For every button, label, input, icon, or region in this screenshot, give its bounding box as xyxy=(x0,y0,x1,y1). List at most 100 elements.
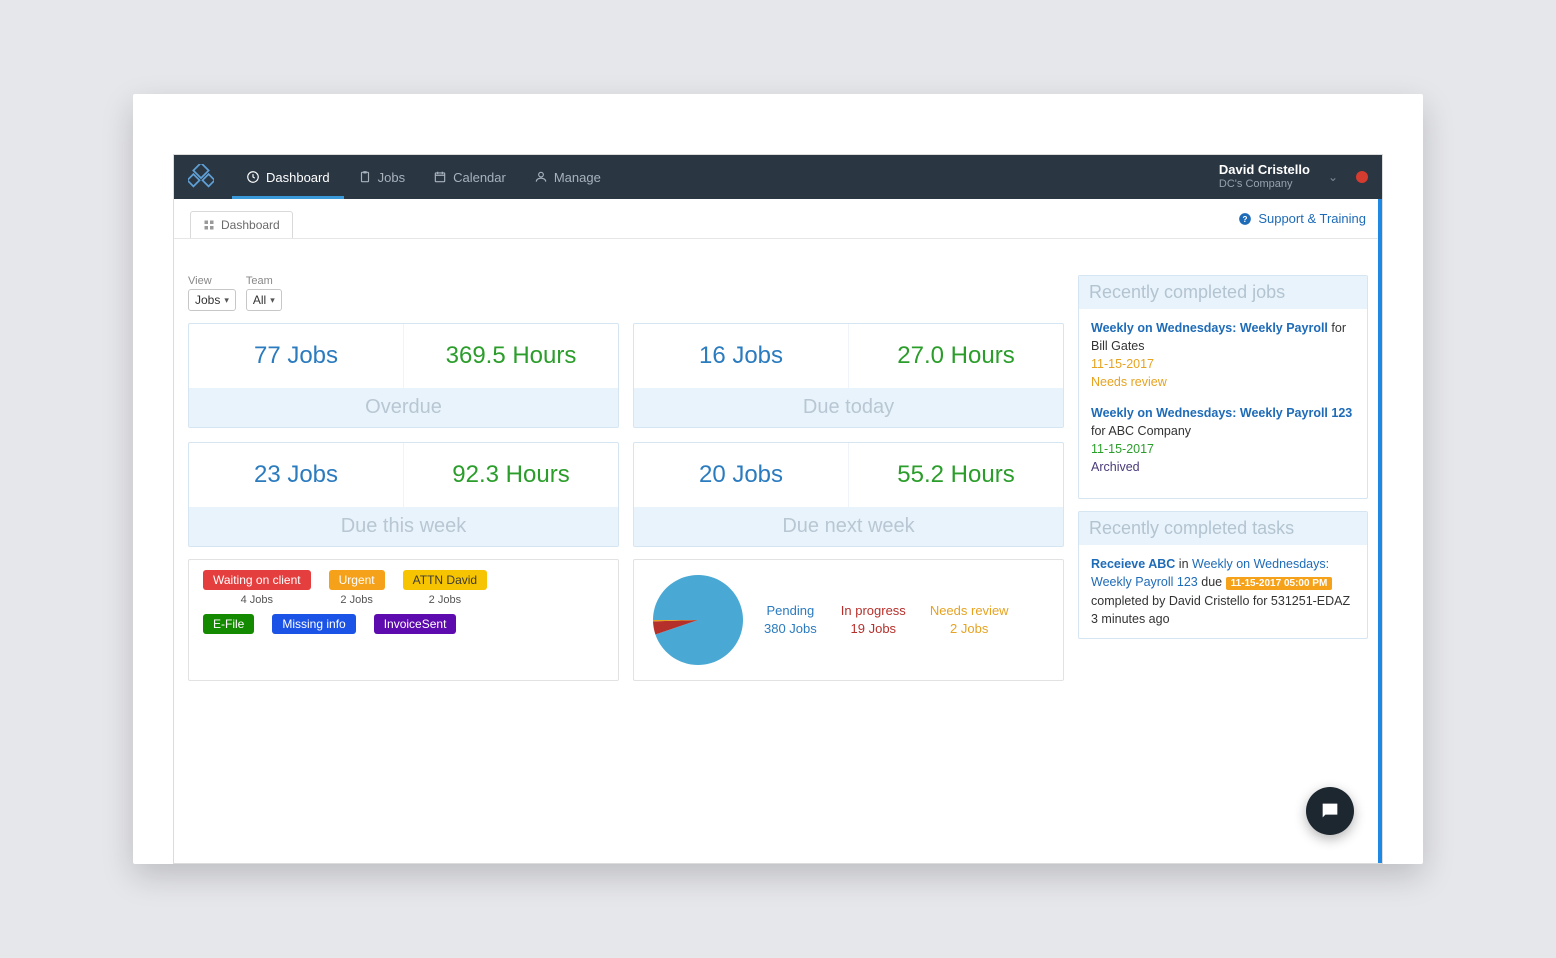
job-status: Archived xyxy=(1091,460,1140,474)
support-link[interactable]: ? Support & Training xyxy=(1238,211,1366,226)
filters: View Jobs ▾ Team All ▾ xyxy=(188,275,1064,311)
svg-text:?: ? xyxy=(1243,214,1248,223)
stat-hours: 27.0 Hours xyxy=(897,342,1014,369)
tag-label: E-File xyxy=(203,614,254,634)
stat-hours: 369.5 Hours xyxy=(446,342,577,369)
recent-task-item[interactable]: Receieve ABC in Weekly on Wednesdays: We… xyxy=(1079,545,1367,638)
tag-label: ATTN David xyxy=(403,570,487,590)
job-date: 11-15-2017 xyxy=(1091,357,1154,371)
recent-jobs-panel: Recently completed jobs Weekly on Wednes… xyxy=(1078,275,1368,499)
tag-label: Missing info xyxy=(272,614,355,634)
nav-label: Dashboard xyxy=(266,170,330,185)
company-name: DC's Company xyxy=(1219,178,1310,191)
support-label: Support & Training xyxy=(1258,211,1366,226)
nav-manage[interactable]: Manage xyxy=(520,155,615,199)
chat-fab[interactable] xyxy=(1306,787,1354,835)
tag-label: Urgent xyxy=(329,570,385,590)
stat-jobs: 20 Jobs xyxy=(699,461,783,488)
stat-card[interactable]: 20 Jobs 55.2 Hours Due next week xyxy=(633,442,1064,547)
notification-dot-icon[interactable] xyxy=(1356,171,1368,183)
subheader: Dashboard ? Support & Training xyxy=(174,199,1382,239)
pie-panel: Pending 380 Jobs In progress 19 Jobs Nee… xyxy=(633,559,1064,681)
job-title: Weekly on Wednesdays: Weekly Payroll 123 xyxy=(1091,406,1352,420)
calendar-icon xyxy=(433,170,447,184)
tag-item[interactable]: E-File xyxy=(203,614,254,634)
chevron-down-icon[interactable]: ⌄ xyxy=(1322,170,1344,184)
pie-value: 19 Jobs xyxy=(841,620,906,638)
view-filter-label: View xyxy=(188,275,236,287)
pie-stat-inprogress[interactable]: In progress 19 Jobs xyxy=(841,602,906,637)
tag-label: Waiting on client xyxy=(203,570,311,590)
help-icon: ? xyxy=(1238,212,1252,226)
task-name: Receieve ABC xyxy=(1091,557,1175,571)
clock-icon xyxy=(246,170,260,184)
pie-stat-pending[interactable]: Pending 380 Jobs xyxy=(764,602,817,637)
tag-count: 2 Jobs xyxy=(403,594,487,606)
app-logo-icon xyxy=(188,164,214,190)
job-date: 11-15-2017 xyxy=(1091,442,1154,456)
tag-item[interactable]: InvoiceSent xyxy=(374,614,457,634)
panel-header: Recently completed tasks xyxy=(1079,512,1367,545)
tag-item[interactable]: ATTN David 2 Jobs xyxy=(403,570,487,606)
user-icon xyxy=(534,170,548,184)
pie-chart xyxy=(648,570,748,670)
view-value: Jobs xyxy=(195,293,220,307)
chat-icon xyxy=(1319,800,1341,822)
tag-item[interactable]: Waiting on client 4 Jobs xyxy=(203,570,311,606)
dropdown-icon: ▾ xyxy=(270,295,275,306)
view-select[interactable]: Jobs ▾ xyxy=(188,289,236,311)
team-select[interactable]: All ▾ xyxy=(246,289,282,311)
task-rest: completed by David Cristello for 531251-… xyxy=(1091,594,1350,626)
pie-value: 2 Jobs xyxy=(930,620,1009,638)
timestamp-badge: 11-15-2017 05:00 PM xyxy=(1226,577,1333,590)
task-due: due xyxy=(1198,575,1226,589)
nav-label: Manage xyxy=(554,170,601,185)
job-for: for ABC Company xyxy=(1091,424,1191,438)
dropdown-icon: ▾ xyxy=(224,295,229,306)
pie-stat-needsreview[interactable]: Needs review 2 Jobs xyxy=(930,602,1009,637)
task-in: in xyxy=(1175,557,1192,571)
stat-card[interactable]: 16 Jobs 27.0 Hours Due today xyxy=(633,323,1064,428)
pie-label: Needs review xyxy=(930,602,1009,620)
nav-label: Jobs xyxy=(378,170,405,185)
right-accent-bar xyxy=(1378,155,1382,864)
stat-label: Due today xyxy=(634,388,1063,427)
stat-jobs: 77 Jobs xyxy=(254,342,338,369)
recent-job-item[interactable]: Weekly on Wednesdays: Weekly Payroll for… xyxy=(1091,319,1355,392)
grid-icon xyxy=(203,219,215,231)
clipboard-icon xyxy=(358,170,372,184)
stat-hours: 55.2 Hours xyxy=(897,461,1014,488)
tag-count: 4 Jobs xyxy=(203,594,311,606)
pie-label: In progress xyxy=(841,602,906,620)
stat-hours: 92.3 Hours xyxy=(452,461,569,488)
tag-label: InvoiceSent xyxy=(374,614,457,634)
nav-calendar[interactable]: Calendar xyxy=(419,155,520,199)
stat-label: Due this week xyxy=(189,507,618,546)
tag-item[interactable]: Urgent 2 Jobs xyxy=(329,570,385,606)
team-filter-label: Team xyxy=(246,275,282,287)
stat-card[interactable]: 77 Jobs 369.5 Hours Overdue xyxy=(188,323,619,428)
job-status: Needs review xyxy=(1091,375,1167,389)
tag-item[interactable]: Missing info xyxy=(272,614,355,634)
pie-label: Pending xyxy=(764,602,817,620)
nav-jobs[interactable]: Jobs xyxy=(344,155,419,199)
tab-label: Dashboard xyxy=(221,218,280,232)
stat-label: Overdue xyxy=(189,388,618,427)
stat-jobs: 23 Jobs xyxy=(254,461,338,488)
tags-panel: Waiting on client4 JobsUrgent2 JobsATTN … xyxy=(188,559,619,681)
user-block[interactable]: David Cristello DC's Company xyxy=(1219,163,1310,191)
stat-card[interactable]: 23 Jobs 92.3 Hours Due this week xyxy=(188,442,619,547)
nav-label: Calendar xyxy=(453,170,506,185)
top-nav: Dashboard Jobs Calendar Manage David Cri… xyxy=(174,155,1382,199)
job-title: Weekly on Wednesdays: Weekly Payroll xyxy=(1091,321,1328,335)
tag-count: 2 Jobs xyxy=(329,594,385,606)
nav-dashboard[interactable]: Dashboard xyxy=(232,155,344,199)
pie-value: 380 Jobs xyxy=(764,620,817,638)
stat-jobs: 16 Jobs xyxy=(699,342,783,369)
user-name: David Cristello xyxy=(1219,163,1310,178)
stat-label: Due next week xyxy=(634,507,1063,546)
tab-dashboard[interactable]: Dashboard xyxy=(190,211,293,238)
panel-header: Recently completed jobs xyxy=(1079,276,1367,309)
recent-job-item[interactable]: Weekly on Wednesdays: Weekly Payroll 123… xyxy=(1091,404,1355,477)
team-value: All xyxy=(253,293,266,307)
